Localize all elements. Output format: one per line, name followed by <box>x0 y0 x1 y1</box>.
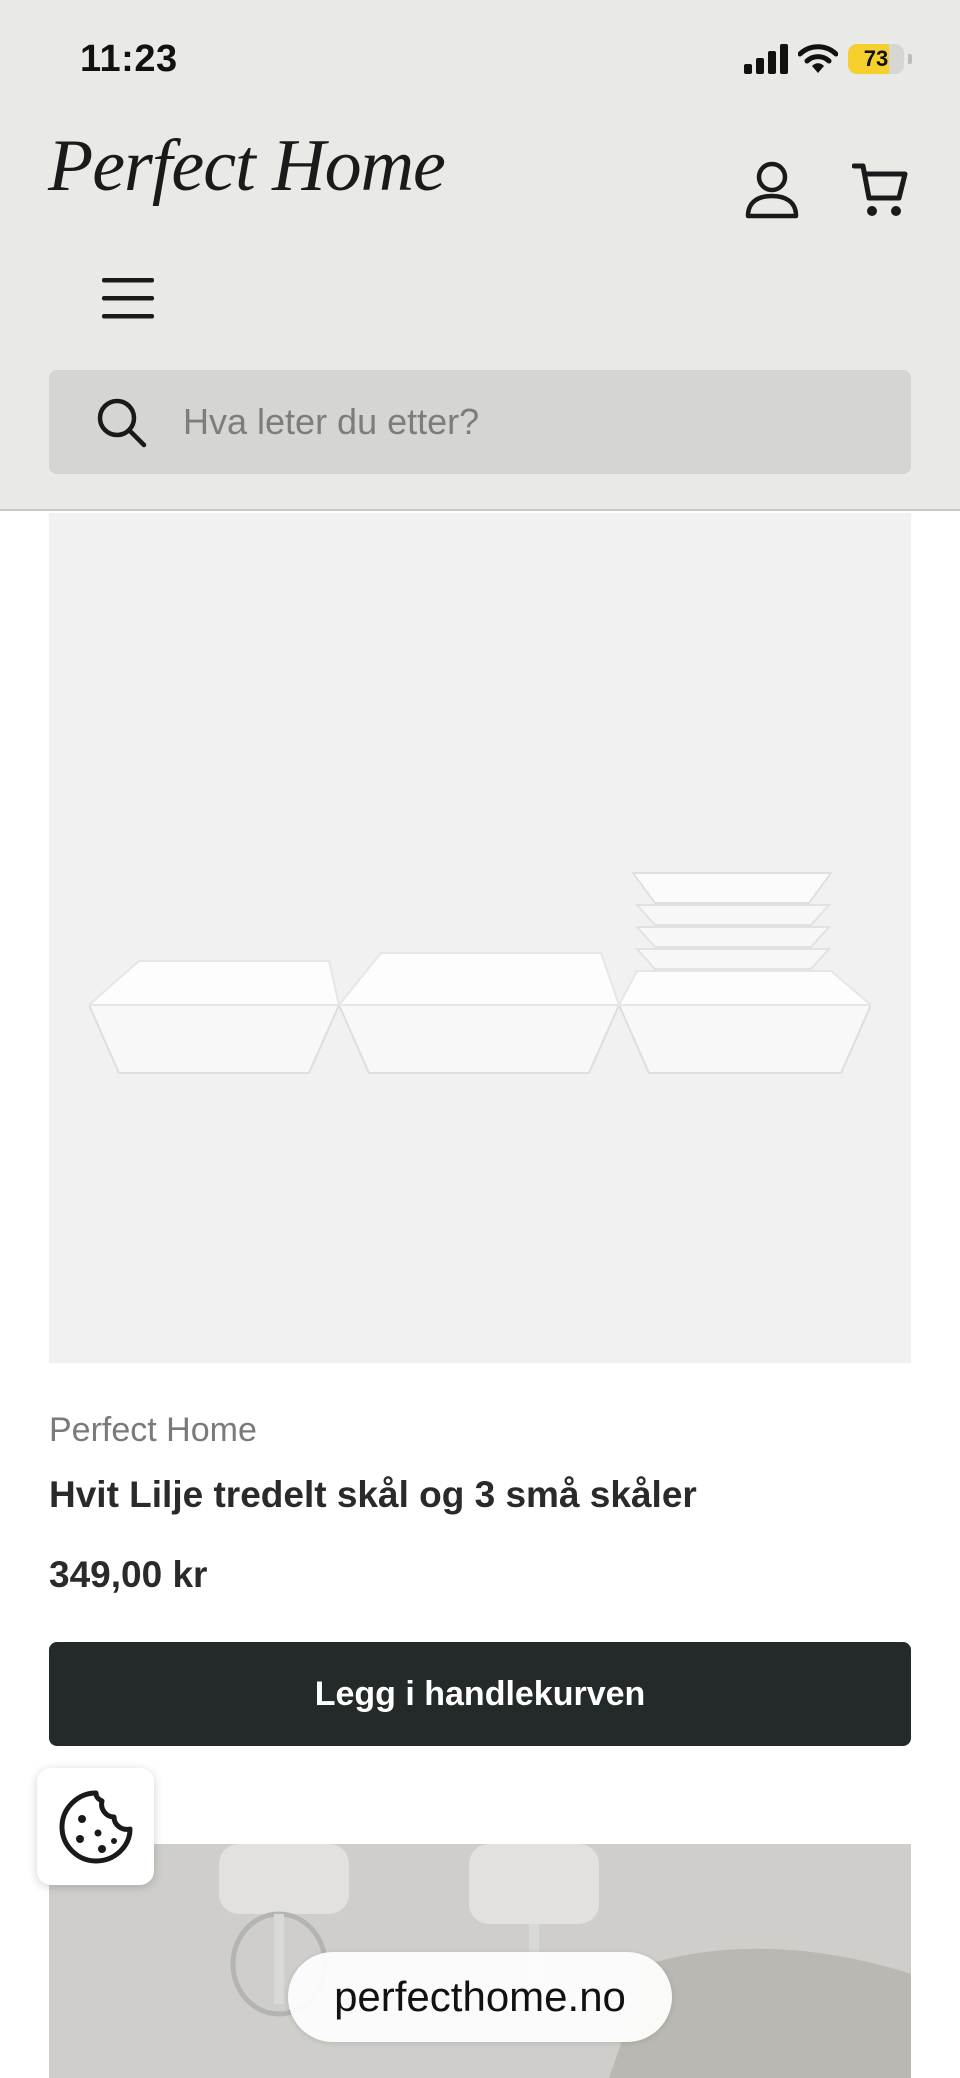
product-listing-page: 11:23 73 Perfect Home Hva leter du etter… <box>0 0 960 2078</box>
cookie-settings-button[interactable] <box>37 1768 154 1885</box>
product-photo-bowls <box>89 872 871 1074</box>
account-icon[interactable] <box>744 160 800 220</box>
add-to-cart-button[interactable]: Legg i handlekurven <box>49 1642 911 1746</box>
site-logo[interactable]: Perfect Home <box>48 124 446 209</box>
status-icons: 73 <box>744 44 912 74</box>
search-icon[interactable] <box>95 396 147 448</box>
product-title[interactable]: Hvit Lilje tredelt skål og 3 små skåler <box>49 1474 697 1516</box>
menu-icon[interactable] <box>102 276 154 320</box>
product-price: 349,00 kr <box>49 1554 208 1595</box>
search-input[interactable] <box>183 370 883 474</box>
cookie-icon <box>59 1790 132 1863</box>
cart-icon[interactable] <box>852 160 908 220</box>
site-header: 11:23 73 Perfect Home Hva leter du etter… <box>0 0 960 511</box>
status-time: 11:23 <box>80 38 178 80</box>
logo-text: Perfect Home <box>48 125 446 207</box>
product-image[interactable] <box>49 513 911 1363</box>
battery-nub <box>908 54 912 64</box>
browser-url-bar[interactable]: perfecthome.no <box>288 1952 672 2042</box>
battery-level: 73 <box>863 46 889 71</box>
signal-icon <box>744 44 788 74</box>
search-bar[interactable] <box>49 370 911 474</box>
product-vendor: Perfect Home <box>49 1411 257 1449</box>
status-bar: 11:23 73 <box>0 0 960 120</box>
battery-indicator: 73 <box>848 44 904 74</box>
wifi-icon <box>798 44 838 73</box>
